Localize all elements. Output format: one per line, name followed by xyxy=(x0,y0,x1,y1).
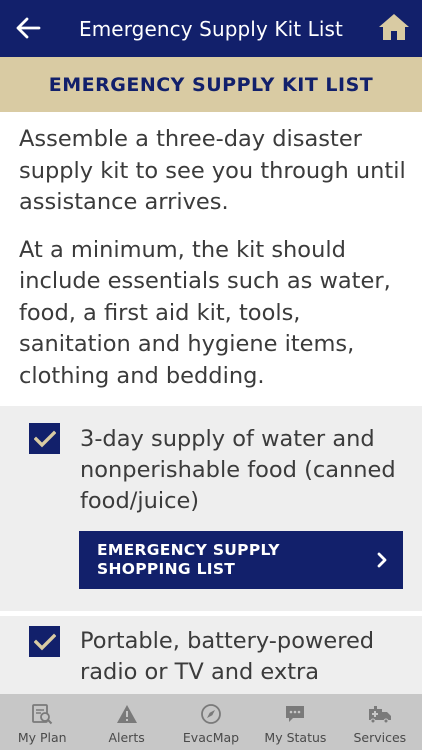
home-icon xyxy=(379,14,409,40)
intro-paragraph: Assemble a three-day disaster supply kit… xyxy=(19,126,406,215)
chat-status-icon xyxy=(286,706,305,722)
intro-paragraph: At a minimum, the kit should include ess… xyxy=(19,236,391,389)
nav-item-alerts[interactable]: Alerts xyxy=(84,694,168,750)
shopping-list-button[interactable]: EMERGENCY SUPPLY SHOPPING LIST xyxy=(79,531,403,589)
app-bar-title: Emergency Supply Kit List xyxy=(78,16,343,41)
checklist-checkbox[interactable] xyxy=(29,423,60,454)
nav-item-services[interactable]: Services xyxy=(338,694,422,750)
checklist-checkbox[interactable] xyxy=(29,626,60,657)
nav-label: Services xyxy=(353,730,407,745)
nav-item-evacmap[interactable]: EvacMap xyxy=(169,694,253,750)
plan-search-icon xyxy=(32,704,53,725)
nav-label: My Status xyxy=(264,730,327,745)
shopping-list-button-label: EMERGENCY SUPPLY SHOPPING LIST xyxy=(97,541,280,578)
home-button[interactable] xyxy=(376,10,412,44)
checkmark-icon xyxy=(33,633,56,650)
nav-label: My Plan xyxy=(17,730,67,745)
chevron-right-icon xyxy=(377,552,387,568)
checklist-item-text: 3-day supply of water and nonperishable … xyxy=(80,426,396,514)
checklist-item-text: Portable, battery-powered radio or TV an… xyxy=(80,628,375,685)
back-button[interactable] xyxy=(14,14,42,42)
checklist-item: 3-day supply of water and nonperishable … xyxy=(0,406,422,611)
app-bar: Emergency Supply Kit List xyxy=(0,0,422,57)
section-title: EMERGENCY SUPPLY KIT LIST xyxy=(48,73,374,96)
nav-item-my-status[interactable]: My Status xyxy=(253,694,337,750)
ambulance-icon xyxy=(368,706,391,724)
checkmark-icon xyxy=(33,430,56,447)
checklist-item: Portable, battery-powered radio or TV an… xyxy=(0,616,422,696)
compass-icon xyxy=(201,704,221,724)
section-banner: EMERGENCY SUPPLY KIT LIST xyxy=(0,57,422,112)
nav-item-my-plan[interactable]: My Plan xyxy=(0,694,84,750)
arrow-left-icon xyxy=(16,17,41,39)
nav-label: EvacMap xyxy=(182,730,240,745)
intro-text: Assemble a three-day disaster supply kit… xyxy=(19,124,414,408)
bottom-nav: My Plan Alerts EvacMap My Status Service… xyxy=(0,694,422,750)
nav-label: Alerts xyxy=(108,730,145,745)
alert-icon xyxy=(116,705,137,723)
